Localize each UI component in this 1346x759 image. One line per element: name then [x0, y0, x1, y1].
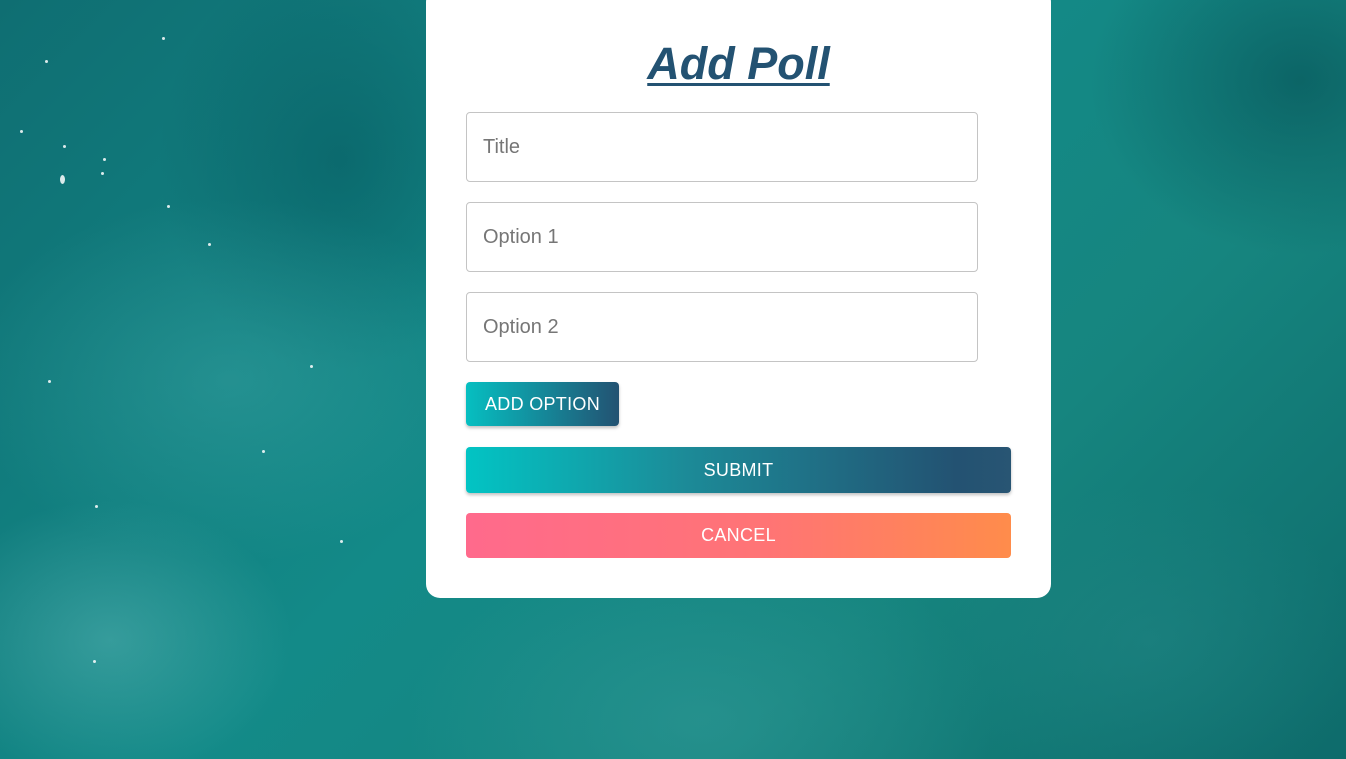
foam-fleck: [262, 450, 265, 453]
foam-fleck: [167, 205, 170, 208]
foam-fleck: [95, 505, 98, 508]
foam-fleck: [208, 243, 211, 246]
add-option-button[interactable]: ADD OPTION: [466, 382, 619, 426]
submit-button[interactable]: SUBMIT: [466, 447, 1011, 493]
foam-fleck: [93, 660, 96, 663]
foam-fleck: [103, 158, 106, 161]
option-1-input[interactable]: [466, 202, 978, 272]
option-2-input[interactable]: [466, 292, 978, 362]
foam-fleck: [48, 380, 51, 383]
add-poll-card: Add Poll ADD OPTION SUBMIT CANCEL: [426, 0, 1051, 598]
foam-fleck: [340, 540, 343, 543]
foam-fleck: [101, 172, 104, 175]
title-input[interactable]: [466, 112, 978, 182]
page-title: Add Poll: [647, 38, 830, 89]
foam-fleck: [63, 145, 66, 148]
foam-fleck: [60, 175, 65, 184]
foam-fleck: [162, 37, 165, 40]
foam-fleck: [310, 365, 313, 368]
cancel-button[interactable]: CANCEL: [466, 513, 1011, 558]
foam-fleck: [20, 130, 23, 133]
foam-fleck: [45, 60, 48, 63]
